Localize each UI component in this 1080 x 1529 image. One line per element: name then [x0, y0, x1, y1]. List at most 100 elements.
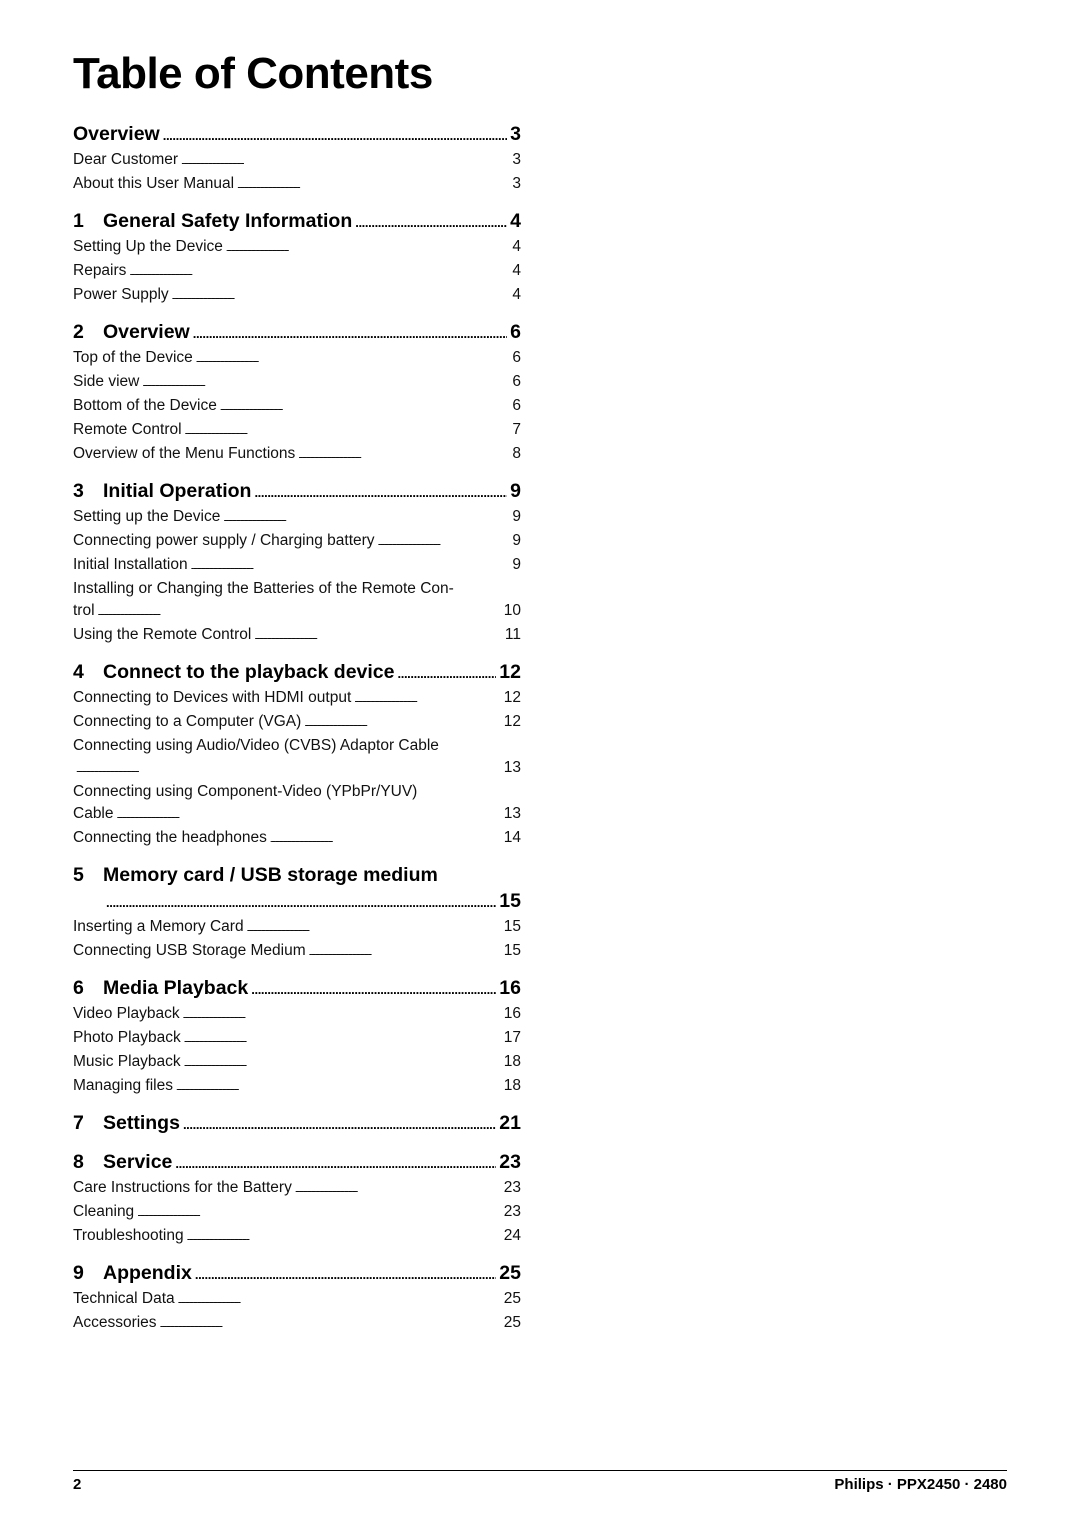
toc-heading-number: 4 [73, 661, 84, 683]
toc-entry-label: Photo Playback [73, 1029, 181, 1046]
footer-page-number: 2 [73, 1476, 82, 1493]
toc-entry[interactable]: Cleaning 23 [73, 1201, 521, 1225]
toc-entry[interactable]: Using the Remote Control 11 [73, 624, 521, 648]
dot-leader [183, 1005, 501, 1027]
toc-entry-page: 10 [503, 602, 521, 619]
toc-entry-page: 7 [512, 421, 521, 438]
toc-entry[interactable]: Connecting power supply / Charging batte… [73, 530, 521, 554]
dot-leader [254, 480, 507, 506]
toc-entry[interactable]: Initial Installation 9 [73, 554, 521, 578]
toc-entry-label-cont: Cable [73, 805, 114, 822]
toc-heading[interactable]: 8 Service 23 [73, 1149, 521, 1177]
toc-entry[interactable]: Top of the Device 6 [73, 347, 521, 371]
toc-entry[interactable]: Accessories 25 [73, 1312, 521, 1336]
toc-heading[interactable]: 5 Memory card / USB storage medium [73, 862, 521, 888]
toc-entry-label: Initial Installation [73, 556, 188, 573]
toc-entry[interactable]: Managing files 18 [73, 1075, 521, 1099]
toc-entry[interactable]: Care Instructions for the Battery 23 [73, 1177, 521, 1201]
toc-heading-text: Memory card / USB storage medium [103, 864, 438, 886]
toc-entry-label: Managing files [73, 1077, 173, 1094]
toc-entry-page: 4 [512, 262, 521, 279]
toc-heading-text: Service [103, 1151, 173, 1173]
dot-leader [254, 626, 502, 648]
dot-leader [178, 1290, 501, 1312]
toc-entry-page: 18 [503, 1077, 521, 1094]
toc-entry-label-cont: trol [73, 602, 95, 619]
toc-entry[interactable]: Photo Playback 17 [73, 1027, 521, 1051]
toc-entry[interactable]: Bottom of the Device 6 [73, 395, 521, 419]
toc-entry[interactable]: Connecting USB Storage Medium 15 [73, 940, 521, 964]
toc-entry[interactable]: Inserting a Memory Card 15 [73, 916, 521, 940]
toc-entry[interactable]: Connecting to Devices with HDMI output 12 [73, 687, 521, 711]
dot-leader [184, 1053, 501, 1075]
toc-heading-label: 4 Connect to the playback device [73, 659, 395, 685]
toc-entry-label: Dear Customer [73, 151, 179, 168]
toc-entry-label: Inserting a Memory Card [73, 918, 244, 935]
toc-entry[interactable]: Technical Data 25 [73, 1288, 521, 1312]
toc-entry-continuation[interactable]: Cable 13 [73, 803, 521, 827]
dot-leader [378, 532, 510, 554]
toc-entry-continuation[interactable]: 13 [73, 757, 521, 781]
toc-entry-page: 18 [503, 1053, 521, 1070]
toc-heading-text: Settings [103, 1112, 180, 1134]
toc-entry[interactable]: Connecting the headphones 14 [73, 827, 521, 851]
toc-entry-page: 13 [503, 759, 521, 776]
dot-leader [185, 421, 510, 443]
toc-entry-page: 14 [503, 829, 521, 846]
toc-heading-label: Overview [73, 121, 160, 147]
toc-heading[interactable]: 7 Settings 21 [73, 1110, 521, 1138]
toc-entry[interactable]: About this User Manual 3 [73, 173, 521, 197]
toc-entry[interactable]: Power Supply 4 [73, 284, 521, 308]
toc-heading[interactable]: 9 Appendix 25 [73, 1260, 521, 1288]
toc-entry-page: 6 [512, 373, 521, 390]
toc-heading[interactable]: 3 Initial Operation 9 [73, 478, 521, 506]
toc-entry-page: 4 [512, 238, 521, 255]
toc-entry[interactable]: Installing or Changing the Batteries of … [73, 578, 521, 600]
toc-entry[interactable]: Connecting using Audio/Video (CVBS) Adap… [73, 735, 521, 757]
dot-leader [309, 942, 501, 964]
toc-entry[interactable]: Repairs 4 [73, 260, 521, 284]
toc-entry-label: Technical Data [73, 1290, 175, 1307]
toc-entry-label: Connecting power supply / Charging batte… [73, 532, 375, 549]
toc-entry-page: 6 [512, 397, 521, 414]
toc-entry[interactable]: Video Playback 16 [73, 1003, 521, 1027]
toc-entry-page: 3 [512, 151, 521, 168]
toc-entry[interactable]: Connecting to a Computer (VGA) 12 [73, 711, 521, 735]
toc-entry-label: Troubleshooting [73, 1227, 184, 1244]
dot-leader [187, 1227, 501, 1249]
dot-leader [354, 689, 500, 711]
toc-heading[interactable]: 1 General Safety Information 4 [73, 208, 521, 236]
dot-leader [298, 445, 509, 467]
dot-leader [142, 373, 509, 395]
toc-heading[interactable]: 2 Overview 6 [73, 319, 521, 347]
toc-entry[interactable]: Setting Up the Device 4 [73, 236, 521, 260]
toc-entry-label: Side view [73, 373, 140, 390]
toc-entry[interactable]: Overview of the Menu Functions 8 [73, 443, 521, 467]
toc-entry-continuation[interactable]: trol 10 [73, 600, 521, 624]
toc-heading-number: 5 [73, 864, 84, 886]
dot-leader [160, 1314, 501, 1336]
dot-leader [226, 238, 509, 260]
toc-heading[interactable]: 4 Connect to the playback device 12 [73, 659, 521, 687]
toc-entry[interactable]: Music Playback 18 [73, 1051, 521, 1075]
toc-entry[interactable]: Remote Control 7 [73, 419, 521, 443]
toc-heading-text: Connect to the playback device [103, 661, 395, 683]
toc-heading-label: 2 Overview [73, 319, 190, 345]
toc-entry-page: 6 [512, 349, 521, 366]
toc-entry-label: Connecting the headphones [73, 829, 267, 846]
toc-entry[interactable]: Side view 6 [73, 371, 521, 395]
toc-heading-continuation[interactable]: 15 [73, 888, 521, 916]
dot-leader [355, 210, 507, 236]
toc-heading[interactable]: 6 Media Playback 16 [73, 975, 521, 1003]
toc-heading[interactable]: Overview 3 [73, 121, 521, 149]
toc-heading-label: 5 Memory card / USB storage medium [73, 862, 438, 888]
toc-entry[interactable]: Troubleshooting 24 [73, 1225, 521, 1249]
dot-leader [195, 1262, 496, 1288]
dot-leader [106, 890, 496, 916]
toc-entry[interactable]: Setting up the Device 9 [73, 506, 521, 530]
toc-entry[interactable]: Connecting using Component-Video (YPbPr/… [73, 781, 521, 803]
toc-heading-number: 8 [73, 1151, 84, 1173]
toc-entry[interactable]: Dear Customer 3 [73, 149, 521, 173]
table-of-contents: Overview3 Dear Customer 3 About this User M… [73, 121, 521, 1347]
toc-heading-page: 12 [499, 661, 521, 683]
